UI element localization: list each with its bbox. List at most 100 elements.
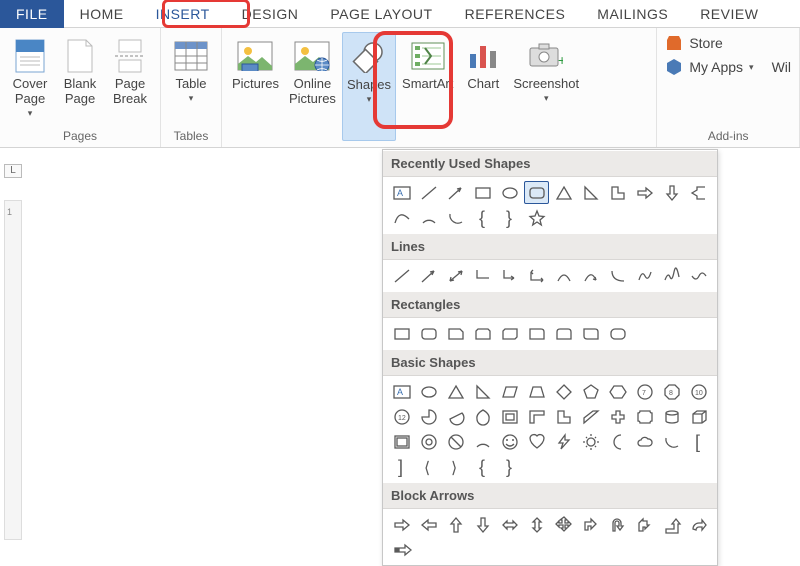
shape-left-right[interactable] [497,513,522,536]
shape-line-arrow[interactable] [443,181,468,204]
shape-curve[interactable] [389,206,414,229]
shape-left[interactable] [416,513,441,536]
shape-pentagon[interactable] [578,380,603,403]
shape-dodecagon[interactable]: 12 [389,405,414,428]
shape-double-arrow[interactable] [443,264,468,287]
shape-right-triangle[interactable] [470,380,495,403]
cover-page-button[interactable]: Cover Page ▾ [6,32,54,127]
shape-round-single[interactable] [524,322,549,345]
shapes-button[interactable]: Shapes ▾ [342,32,396,141]
tab-page-layout[interactable]: PAGE LAYOUT [314,0,448,28]
tab-home[interactable]: HOME [64,0,140,28]
shape-text-box[interactable]: A [389,380,414,403]
table-button[interactable]: Table ▾ [167,32,215,127]
shape-bevel[interactable] [389,430,414,453]
shape-smiley[interactable] [497,430,522,453]
store-button[interactable]: Store [665,34,791,52]
shape-elbow-arrow[interactable] [497,264,522,287]
screenshot-button[interactable]: + Screenshot ▾ [509,32,583,141]
shape-oval[interactable] [497,181,522,204]
shape-down-arrow[interactable] [659,181,684,204]
shape-right-brace[interactable]: } [497,206,522,229]
shape-decagon[interactable]: 10 [686,380,711,403]
shape-scribble2[interactable] [686,264,711,287]
tab-file[interactable]: FILE [0,0,64,28]
shape-bent-up[interactable] [659,513,684,536]
page-break-button[interactable]: Page Break [106,32,154,127]
shape-can[interactable] [659,405,684,428]
shape-freeform[interactable] [632,264,657,287]
shape-left-brace[interactable]: { [470,455,495,478]
shape-bracket2[interactable]: ] [389,455,414,478]
shape-l-shape[interactable] [551,405,576,428]
shape-diagonal-stripe[interactable] [578,405,603,428]
shape-half-frame[interactable] [524,405,549,428]
shape-down[interactable] [470,513,495,536]
shape-quad[interactable] [551,513,576,536]
shape-snip-same[interactable] [470,322,495,345]
online-pictures-button[interactable]: Online Pictures [285,32,340,141]
shape-line[interactable] [389,264,414,287]
shape-triangle[interactable] [551,181,576,204]
shape-text-box[interactable]: A [389,181,414,204]
shape-chord[interactable] [443,405,468,428]
shape-up-down[interactable] [524,513,549,536]
my-apps-button[interactable]: My Apps ▾ Wil [665,58,791,76]
tab-mailings[interactable]: MAILINGS [581,0,684,28]
shape-right[interactable] [389,513,414,536]
ruler-corner[interactable]: L [4,164,22,178]
shape-plus[interactable] [605,405,630,428]
shape-arc[interactable] [470,430,495,453]
shape-round-diag[interactable] [578,322,603,345]
shape-octagon[interactable]: 8 [659,380,684,403]
smartart-button[interactable]: SmartArt [398,32,457,141]
shape-striped[interactable] [389,538,414,561]
shape-plaque[interactable] [632,405,657,428]
shape-cloud[interactable] [632,430,657,453]
shape-bracket[interactable]: [ [686,430,711,453]
shape-left-up[interactable] [632,513,657,536]
shape-heptagon[interactable]: 7 [632,380,657,403]
shape-up[interactable] [443,513,468,536]
shape-line-arrow[interactable] [416,264,441,287]
shape-bent[interactable] [578,513,603,536]
tab-review[interactable]: REVIEW [684,0,774,28]
shape-curve-conn[interactable] [605,264,630,287]
shape-star[interactable] [524,206,549,229]
shape-trapezoid[interactable] [524,380,549,403]
shape-scribble[interactable] [659,264,684,287]
shape-brace[interactable]: ⟨ [416,455,441,478]
shape-sun[interactable] [578,430,603,453]
blank-page-button[interactable]: Blank Page [56,32,104,127]
tab-design[interactable]: DESIGN [226,0,315,28]
shape-right-triangle[interactable] [578,181,603,204]
shape-rounded-rectangle[interactable] [524,181,549,204]
shape-curved-right[interactable] [686,513,711,536]
shape-moon[interactable] [605,430,630,453]
shape-elbow-double[interactable] [524,264,549,287]
shape-triangle[interactable] [443,380,468,403]
shape-brace2[interactable]: ⟩ [443,455,468,478]
chart-button[interactable]: Chart [459,32,507,141]
shape-right-brace[interactable]: } [497,455,522,478]
shape-rect[interactable] [389,322,414,345]
shape-curved[interactable] [551,264,576,287]
shape-lightning[interactable] [551,430,576,453]
shape-snip-diag[interactable] [497,322,522,345]
shape-frame[interactable] [497,405,522,428]
tab-insert[interactable]: INSERT [140,0,226,28]
shape-donut[interactable] [416,430,441,453]
shape-heart[interactable] [524,430,549,453]
shape-cube[interactable] [686,405,711,428]
shape-u-turn[interactable] [605,513,630,536]
shape-arc2[interactable] [443,206,468,229]
shape-line[interactable] [416,181,441,204]
shape-arc[interactable] [416,206,441,229]
shape-parallelogram[interactable] [497,380,522,403]
shape-pie[interactable] [416,405,441,428]
pictures-button[interactable]: Pictures [228,32,283,141]
shape-round-all[interactable] [605,322,630,345]
shape-rectangle[interactable] [470,181,495,204]
shape-right-arrow[interactable] [632,181,657,204]
tab-references[interactable]: REFERENCES [449,0,582,28]
